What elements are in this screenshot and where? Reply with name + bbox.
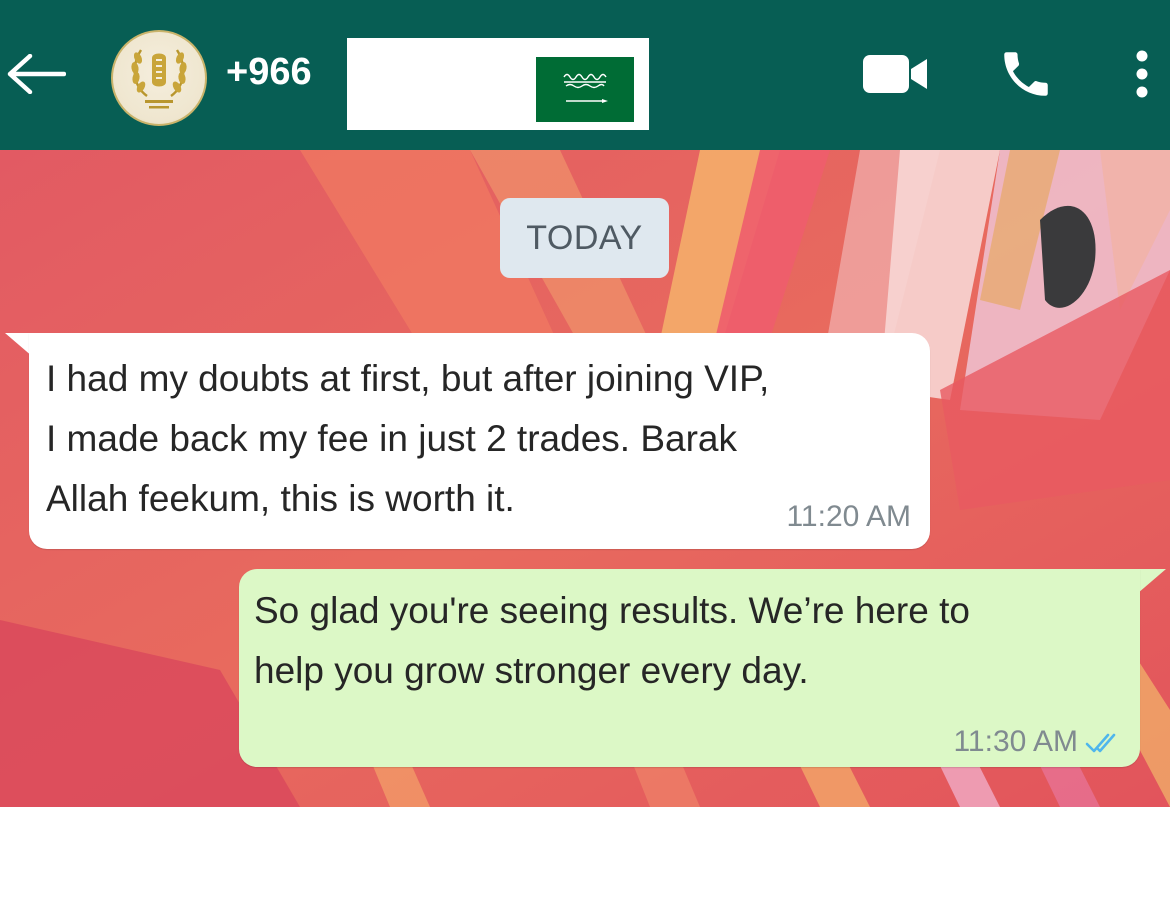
- saudi-flag-icon: [536, 57, 634, 122]
- double-check-read-icon: [1085, 733, 1116, 753]
- chat-area[interactable]: TODAY I had my doubts at first, but afte…: [0, 150, 1170, 807]
- whatsapp-chat-screen: +966 TODAY I had my doubts at first, but…: [0, 0, 1170, 898]
- phone-icon: [1004, 52, 1048, 96]
- contact-name[interactable]: +966: [226, 50, 312, 94]
- message-timestamp: 11:30 AM: [953, 725, 1078, 758]
- incoming-message[interactable]: I had my doubts at first, but after join…: [29, 333, 930, 549]
- laurel-emblem-icon: [131, 49, 187, 109]
- arrow-left-icon: [7, 54, 66, 94]
- menu-button[interactable]: [1124, 44, 1160, 104]
- back-button[interactable]: [4, 46, 68, 102]
- bubble-tail: [1138, 569, 1166, 593]
- video-call-button[interactable]: [858, 44, 932, 104]
- message-text: So glad you're seeing results. We’re her…: [254, 590, 970, 691]
- chat-header: +966: [0, 0, 1170, 150]
- outgoing-message[interactable]: So glad you're seeing results. We’re her…: [239, 569, 1140, 767]
- vertical-dots-icon: [1136, 50, 1148, 98]
- message-timestamp: 11:20 AM: [786, 500, 911, 533]
- video-camera-icon: [863, 55, 927, 93]
- blank-area: [0, 807, 1170, 898]
- date-divider: TODAY: [500, 198, 669, 278]
- avatar[interactable]: [111, 30, 207, 126]
- voice-call-button[interactable]: [994, 44, 1058, 104]
